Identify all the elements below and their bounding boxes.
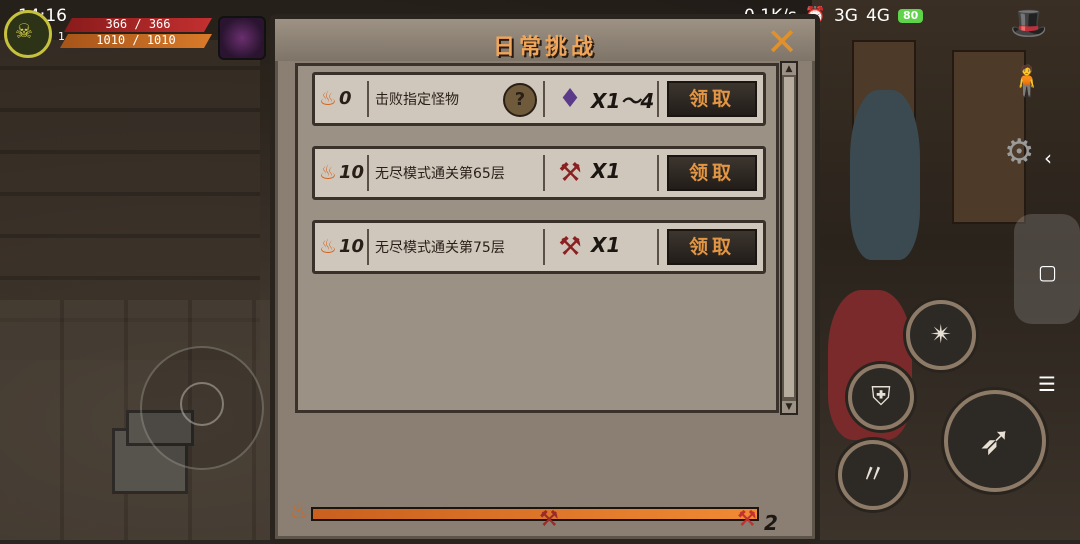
flame-icon: ♨	[319, 160, 337, 184]
pet-portrait[interactable]	[218, 16, 266, 60]
square-nav-icon[interactable]: ▢	[1038, 260, 1057, 284]
progress-value: 2	[764, 511, 778, 535]
close-button[interactable]: ✕	[765, 23, 799, 61]
flame-icon: ♨	[319, 86, 337, 110]
task-row: ♨ 10 无尽模式通关第75层 ⚒ X1 领取	[312, 220, 766, 274]
chevron-left-icon[interactable]: ‹	[1044, 146, 1052, 170]
task-description: 击败指定怪物	[375, 92, 459, 108]
dialog-title: 日常挑战	[492, 35, 597, 60]
divider	[367, 229, 369, 265]
attack-button[interactable]: ➶	[944, 390, 1046, 492]
task-cost-value: 0	[338, 87, 352, 109]
spear-icon: ➶	[978, 418, 1012, 464]
skull-icon: ☠	[15, 19, 33, 43]
task-row: ♨ 10 无尽模式通关第65层 ⚒ X1 领取	[312, 146, 766, 200]
purple-crystal-icon: ♦	[558, 84, 582, 114]
axe-milestone-icon[interactable]: ⚒	[539, 507, 559, 532]
task-description: 无尽模式通关第65层	[375, 166, 505, 182]
joystick-knob[interactable]	[180, 382, 224, 426]
slash-icon: 〃	[859, 460, 886, 490]
settings-gear-icon[interactable]: ⚙	[1004, 132, 1034, 172]
flame-icon: ♨	[319, 234, 337, 258]
task-list-scrollbar[interactable]: ▲ ▼	[780, 61, 798, 415]
task-cost: ♨ 10	[319, 231, 365, 261]
hp-bar: 366 / 366	[64, 18, 212, 32]
skill-slash-button[interactable]: 〃	[838, 440, 908, 510]
menu-nav-icon[interactable]: ☰	[1038, 372, 1056, 396]
movement-joystick[interactable]	[140, 346, 264, 470]
divider	[657, 155, 659, 191]
character-menu-icon[interactable]: 🧍	[1008, 64, 1045, 99]
claim-button[interactable]: 领取	[667, 229, 757, 265]
task-cost-value: 10	[338, 235, 364, 257]
hp-text: 366 / 366	[105, 17, 171, 31]
skill-shield-button[interactable]: ⛨	[848, 364, 914, 430]
player-level: 1	[58, 30, 65, 43]
dialog-titlebar: 日常挑战	[275, 19, 815, 61]
divider	[543, 155, 545, 191]
merchant-npc[interactable]	[850, 90, 920, 260]
task-cost-value: 10	[338, 161, 364, 183]
question-hint-icon[interactable]: ?	[503, 83, 537, 117]
claim-button[interactable]: 领取	[667, 155, 757, 191]
divider	[543, 81, 545, 117]
scroll-down-icon[interactable]: ▼	[782, 401, 796, 413]
task-cost: ♨ 0	[319, 83, 365, 113]
progress-track: ⚒ ⚒	[311, 507, 759, 532]
divider	[657, 229, 659, 265]
signal-3g: 3G	[833, 6, 858, 26]
scroll-thumb[interactable]	[784, 77, 794, 397]
npc-silhouette-icon[interactable]: 🎩	[1010, 6, 1047, 41]
axe-icon: ⚒	[558, 232, 582, 262]
claw-icon: ✴	[930, 320, 952, 350]
skill-claw-button[interactable]: ✴	[906, 300, 976, 370]
reward-quantity: X1	[591, 233, 621, 257]
signal-4g: 4G	[865, 6, 890, 26]
divider	[543, 229, 545, 265]
battery-indicator: 80	[897, 9, 924, 23]
task-list[interactable]: ♨ 0 击败指定怪物 ? ♦ X1～4 领取 ♨ 10 无尽模式通关第65层 ⚒…	[295, 63, 779, 413]
reward-quantity: X1～4	[591, 89, 655, 113]
daily-challenge-dialog: 日常挑战 ✕ ♨ 0 击败指定怪物 ? ♦ X1～4 领取 ♨ 10 无尽模式通…	[270, 14, 820, 544]
task-row: ♨ 0 击败指定怪物 ? ♦ X1～4 领取	[312, 72, 766, 126]
claim-button[interactable]: 领取	[667, 81, 757, 117]
reward-quantity: X1	[591, 159, 621, 183]
axe-milestone-icon[interactable]: ⚒	[737, 507, 757, 532]
player-avatar[interactable]: ☠	[4, 10, 52, 58]
shield-icon: ⛨	[871, 382, 891, 412]
activity-progress: ♨ ⚒ ⚒ 2	[289, 491, 789, 535]
axe-icon: ⚒	[558, 158, 582, 188]
divider	[367, 81, 369, 117]
task-cost: ♨ 10	[319, 157, 365, 187]
flame-icon: ♨	[289, 499, 309, 524]
divider	[367, 155, 369, 191]
task-description: 无尽模式通关第75层	[375, 240, 505, 256]
mp-text: 1010 / 1010	[96, 33, 176, 47]
progress-fill	[313, 509, 757, 519]
scroll-up-icon[interactable]: ▲	[782, 63, 796, 75]
mp-bar: 1010 / 1010	[60, 34, 212, 48]
divider	[657, 81, 659, 117]
